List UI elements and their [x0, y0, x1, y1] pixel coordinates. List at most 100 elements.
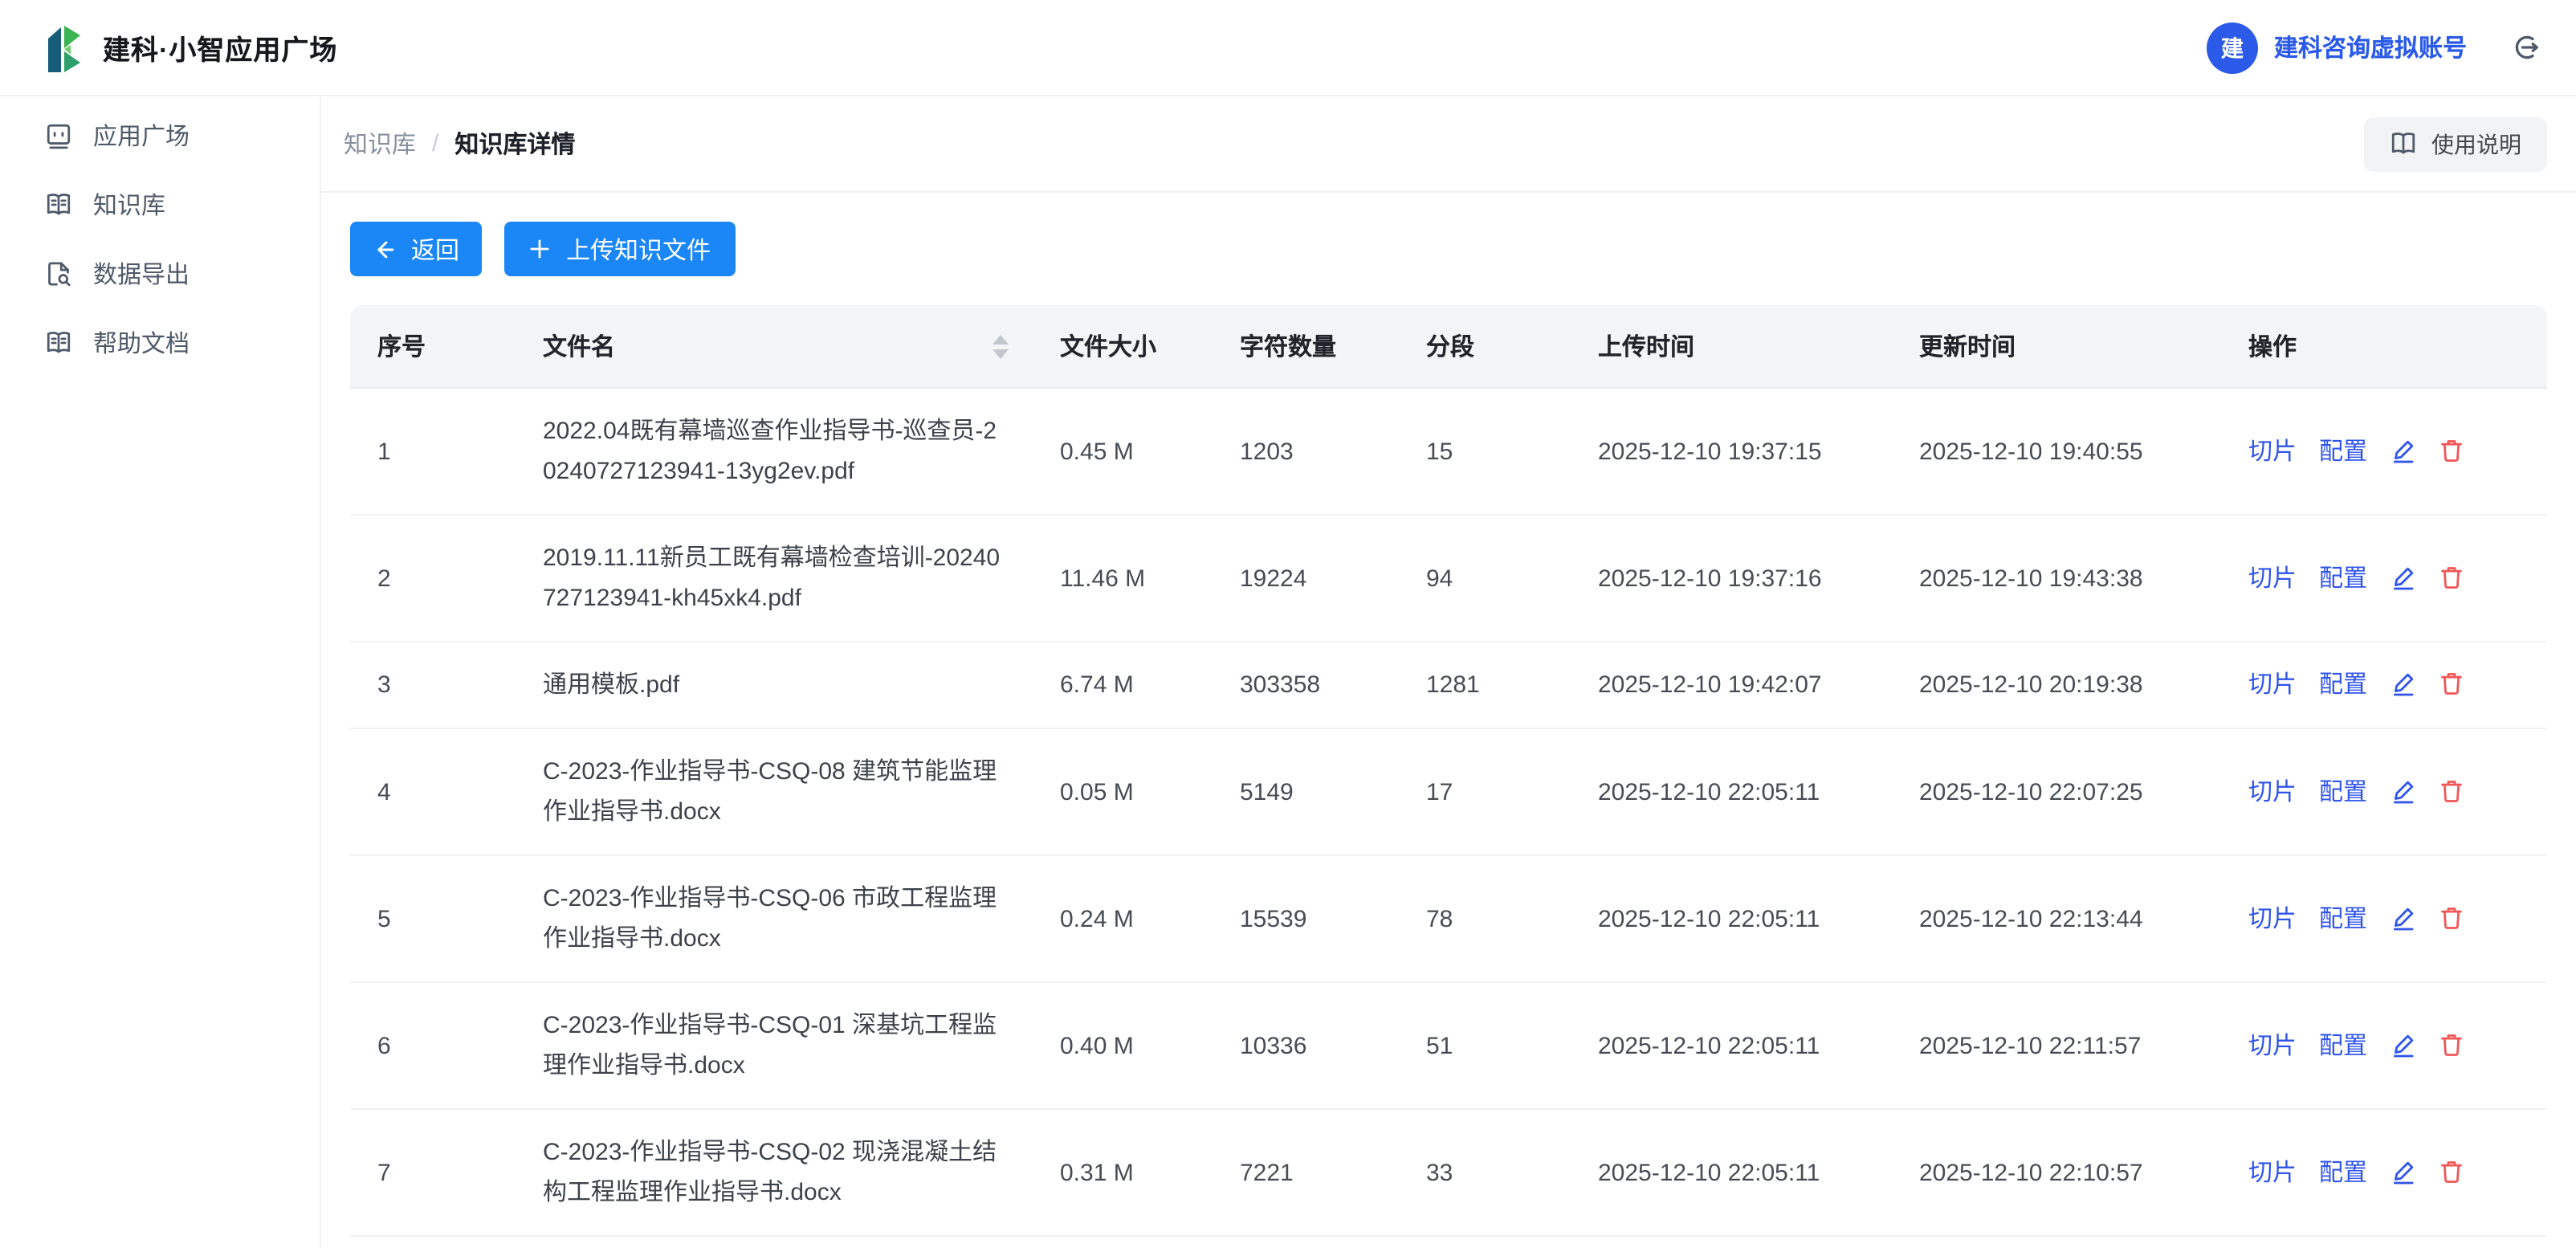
- row-file-size: 0.05 M: [1034, 729, 1214, 856]
- sidebar: 应用广场 知识库 数据导出: [0, 96, 321, 1248]
- slice-link[interactable]: 切片: [2248, 778, 2297, 805]
- slice-link[interactable]: 切片: [2248, 905, 2297, 932]
- delete-trash-icon[interactable]: [2438, 903, 2465, 931]
- account-name[interactable]: 建科咨询虚拟账号: [2274, 31, 2467, 64]
- row-actions: 切片配置: [2223, 983, 2547, 1110]
- row-index: 2: [350, 516, 517, 642]
- edit-pencil-icon[interactable]: [2390, 903, 2417, 931]
- slice-link[interactable]: 切片: [2248, 1159, 2297, 1186]
- breadcrumb-current: 知识库详情: [454, 127, 575, 161]
- breadcrumb-separator: /: [432, 130, 438, 157]
- sort-caret-icon[interactable]: [992, 334, 1009, 358]
- sidebar-item-label: 应用广场: [93, 119, 190, 153]
- delete-trash-icon[interactable]: [2438, 777, 2465, 804]
- app-root: 建科·小智应用广场 建 建科咨询虚拟账号 应用广场: [0, 0, 2576, 1248]
- row-upload-time: 2025-12-10 22:05:11: [1572, 729, 1893, 856]
- company-logo-icon: [43, 23, 87, 71]
- row-index: 5: [350, 856, 517, 983]
- delete-trash-icon[interactable]: [2438, 436, 2465, 463]
- config-link[interactable]: 配置: [2319, 778, 2367, 805]
- table-row: 6 C-2023-作业指导书-CSQ-01 深基坑工程监理作业指导书.docx …: [350, 983, 2547, 1110]
- row-actions: 切片配置: [2223, 516, 2547, 642]
- edit-pencil-icon[interactable]: [2390, 436, 2417, 463]
- row-segments: 15: [1400, 389, 1572, 516]
- col-actions: 操作: [2223, 305, 2547, 389]
- upload-knowledge-file-button[interactable]: 上传知识文件: [504, 222, 736, 276]
- col-segments: 分段: [1400, 305, 1572, 389]
- edit-pencil-icon[interactable]: [2390, 1030, 2417, 1058]
- row-segments: 51: [1400, 983, 1572, 1110]
- edit-pencil-icon[interactable]: [2390, 670, 2417, 697]
- edit-pencil-icon[interactable]: [2390, 777, 2417, 804]
- slice-link[interactable]: 切片: [2248, 1032, 2297, 1059]
- row-index: 1: [350, 389, 517, 516]
- row-file-size: 6.74 M: [1034, 642, 1214, 729]
- back-button[interactable]: 返回: [350, 222, 482, 276]
- config-link[interactable]: 配置: [2319, 905, 2367, 932]
- row-index: 3: [350, 642, 517, 729]
- slice-link[interactable]: 切片: [2248, 671, 2297, 699]
- config-link[interactable]: 配置: [2319, 1032, 2367, 1059]
- row-file-size: 11.46 M: [1034, 516, 1214, 642]
- content: 返回 上传知识文件: [321, 193, 2576, 1237]
- row-file-size: 0.40 M: [1034, 983, 1214, 1110]
- row-file-name: 2019.11.11新员工既有幕墙检查培训-20240727123941-kh4…: [517, 516, 1034, 642]
- row-update-time: 2025-12-10 22:10:57: [1893, 1110, 2223, 1237]
- slice-link[interactable]: 切片: [2248, 565, 2297, 592]
- row-file-name: C-2023-作业指导书-CSQ-06 市政工程监理作业指导书.docx: [517, 856, 1034, 983]
- app-title: 建科·小智应用广场: [103, 27, 337, 67]
- delete-trash-icon[interactable]: [2438, 563, 2465, 590]
- row-char-count: 15539: [1214, 856, 1400, 983]
- col-file-size: 文件大小: [1034, 305, 1214, 389]
- row-file-name: 通用模板.pdf: [517, 642, 1034, 729]
- config-link[interactable]: 配置: [2319, 565, 2367, 592]
- delete-trash-icon[interactable]: [2438, 1030, 2465, 1058]
- main-area: 知识库 / 知识库详情 使用说明 返回: [321, 96, 2576, 1248]
- row-char-count: 1203: [1214, 389, 1400, 516]
- table-row: 5 C-2023-作业指导书-CSQ-06 市政工程监理作业指导书.docx 0…: [350, 856, 2547, 983]
- row-upload-time: 2025-12-10 19:42:07: [1572, 642, 1893, 729]
- row-segments: 1281: [1400, 642, 1572, 729]
- upload-label: 上传知识文件: [566, 232, 711, 266]
- plus-icon: [529, 238, 552, 260]
- delete-trash-icon[interactable]: [2438, 1157, 2465, 1185]
- row-char-count: 5149: [1214, 729, 1400, 856]
- edit-pencil-icon[interactable]: [2390, 1157, 2417, 1185]
- col-update-time: 更新时间: [1893, 305, 2223, 389]
- breadcrumb-parent[interactable]: 知识库: [344, 127, 416, 161]
- logout-icon[interactable]: [2509, 31, 2541, 63]
- row-update-time: 2025-12-10 22:11:57: [1893, 983, 2223, 1110]
- sidebar-item-app-plaza[interactable]: 应用广场: [0, 101, 320, 170]
- config-link[interactable]: 配置: [2319, 671, 2367, 699]
- table-row: 4 C-2023-作业指导书-CSQ-08 建筑节能监理作业指导书.docx 0…: [350, 729, 2547, 856]
- top-header: 建科·小智应用广场 建 建科咨询虚拟账号: [0, 0, 2576, 96]
- doc-search-icon: [45, 260, 72, 288]
- config-link[interactable]: 配置: [2319, 438, 2367, 465]
- row-file-size: 0.24 M: [1034, 856, 1214, 983]
- sidebar-item-label: 帮助文档: [93, 326, 190, 360]
- row-actions: 切片配置: [2223, 389, 2547, 516]
- avatar[interactable]: 建: [2207, 22, 2258, 73]
- row-upload-time: 2025-12-10 19:37:16: [1572, 516, 1893, 642]
- open-book-icon: [45, 329, 72, 357]
- sidebar-item-help-docs[interactable]: 帮助文档: [0, 308, 320, 377]
- delete-trash-icon[interactable]: [2438, 670, 2465, 697]
- app-window-icon: [45, 122, 72, 149]
- edit-pencil-icon[interactable]: [2390, 563, 2417, 590]
- config-link[interactable]: 配置: [2319, 1159, 2367, 1186]
- row-file-size: 0.45 M: [1034, 389, 1214, 516]
- row-update-time: 2025-12-10 22:13:44: [1893, 856, 2223, 983]
- row-actions: 切片配置: [2223, 729, 2547, 856]
- row-index: 6: [350, 983, 517, 1110]
- usage-guide-button[interactable]: 使用说明: [2364, 116, 2547, 171]
- row-file-size: 0.31 M: [1034, 1110, 1214, 1237]
- row-segments: 17: [1400, 729, 1572, 856]
- row-segments: 94: [1400, 516, 1572, 642]
- sidebar-item-label: 知识库: [93, 188, 165, 222]
- row-upload-time: 2025-12-10 19:37:15: [1572, 389, 1893, 516]
- sidebar-item-data-export[interactable]: 数据导出: [0, 239, 320, 308]
- row-char-count: 7221: [1214, 1110, 1400, 1237]
- sidebar-item-knowledge-base[interactable]: 知识库: [0, 170, 320, 239]
- slice-link[interactable]: 切片: [2248, 438, 2297, 465]
- row-index: 4: [350, 729, 517, 856]
